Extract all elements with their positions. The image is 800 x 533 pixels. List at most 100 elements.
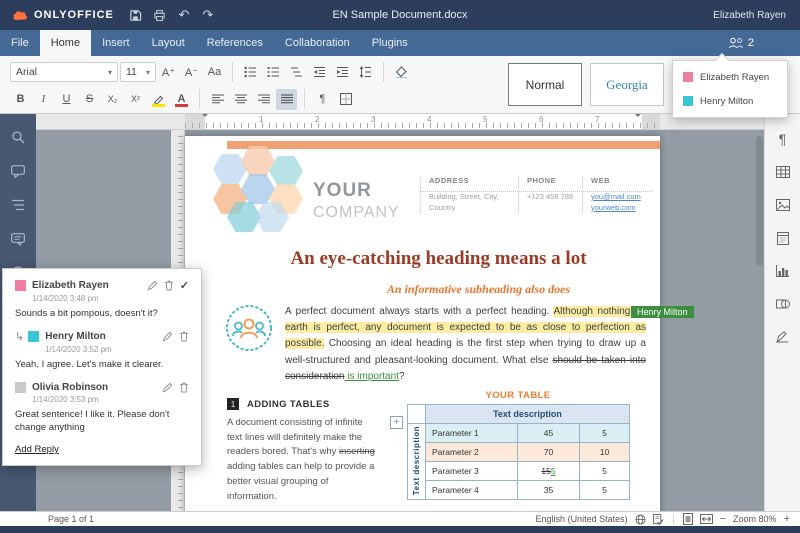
- table-cell[interactable]: 70: [518, 443, 580, 462]
- tab-layout[interactable]: Layout: [141, 30, 196, 56]
- table-move-handle[interactable]: +: [390, 416, 403, 429]
- horizontal-ruler[interactable]: 1 2 3 4 5 6 7: [36, 114, 764, 130]
- fit-page-button[interactable]: [683, 513, 693, 525]
- contact-info-block[interactable]: ADDRESS Building, Street, City, Country …: [420, 176, 652, 213]
- section-body-text[interactable]: A document consisting of infinite text l…: [227, 416, 379, 504]
- data-table[interactable]: Text description Text description Parame…: [407, 404, 630, 500]
- edit-comment-icon[interactable]: [162, 331, 173, 342]
- font-size-combo[interactable]: 11 ▾: [120, 62, 156, 82]
- align-center-button[interactable]: [230, 89, 251, 110]
- website-link[interactable]: yourweb.com: [591, 203, 644, 214]
- style-georgia[interactable]: Georgia: [590, 63, 664, 106]
- table-cell[interactable]: 5: [580, 424, 630, 443]
- zoom-level[interactable]: Zoom 80%: [733, 514, 777, 524]
- delete-comment-icon[interactable]: [179, 382, 189, 393]
- document-page[interactable]: YOUR COMPANY ADDRESS Building, Street, C…: [185, 136, 660, 511]
- italic-button[interactable]: I: [33, 89, 54, 110]
- bold-button[interactable]: B: [10, 89, 31, 110]
- multilevel-list-button[interactable]: [286, 62, 307, 83]
- tab-references[interactable]: References: [196, 30, 274, 56]
- style-normal[interactable]: Normal: [508, 63, 582, 106]
- zoom-in-button[interactable]: +: [784, 513, 790, 525]
- decrease-font-button[interactable]: A⁻: [181, 62, 202, 83]
- resolve-comment-icon[interactable]: ✓: [180, 279, 189, 292]
- scrollbar-thumb[interactable]: [756, 136, 763, 266]
- table-cell[interactable]: 45: [518, 424, 580, 443]
- table-cell[interactable]: 5: [580, 462, 630, 481]
- shape-settings-button[interactable]: [772, 293, 794, 315]
- table-corner-cell[interactable]: [408, 405, 426, 424]
- table-cell[interactable]: Parameter 4: [426, 481, 518, 500]
- header-footer-settings-button[interactable]: [772, 227, 794, 249]
- font-color-button[interactable]: A: [171, 89, 192, 110]
- strikeout-button[interactable]: S: [79, 89, 100, 110]
- table-cell[interactable]: 155: [518, 462, 580, 481]
- chat-panel-button[interactable]: [7, 228, 29, 250]
- paragraph-settings-button[interactable]: ¶: [772, 128, 794, 150]
- paragraph-shading-button[interactable]: [391, 62, 412, 83]
- redo-button[interactable]: ↷: [196, 4, 220, 26]
- search-button[interactable]: [7, 126, 29, 148]
- delete-comment-icon[interactable]: [179, 331, 189, 342]
- table-cell[interactable]: Parameter 1: [426, 424, 518, 443]
- add-reply-link[interactable]: Add Reply: [15, 444, 189, 455]
- increase-indent-button[interactable]: [332, 62, 353, 83]
- print-button[interactable]: [148, 4, 172, 26]
- document-subheading[interactable]: An informative subheading also does: [325, 282, 632, 297]
- indent-marker-left[interactable]: [201, 114, 209, 121]
- table-cell[interactable]: 35: [518, 481, 580, 500]
- table-settings-button[interactable]: [772, 161, 794, 183]
- table-cell[interactable]: 5: [580, 481, 630, 500]
- undo-button[interactable]: ↶: [172, 4, 196, 26]
- document-heading[interactable]: An eye-catching heading means a lot: [225, 248, 652, 270]
- save-button[interactable]: [124, 4, 148, 26]
- nonprinting-chars-button[interactable]: ¶: [312, 89, 333, 110]
- highlight-color-button[interactable]: [148, 89, 169, 110]
- company-name-line2[interactable]: COMPANY: [313, 204, 400, 222]
- table-cell[interactable]: 10: [580, 443, 630, 462]
- edit-comment-icon[interactable]: [162, 382, 173, 393]
- language-selector[interactable]: English (United States): [536, 514, 628, 524]
- vertical-scrollbar[interactable]: [756, 130, 763, 509]
- change-case-button[interactable]: Aa: [204, 62, 225, 83]
- spellcheck-button[interactable]: [653, 514, 664, 525]
- table-caption[interactable]: YOUR TABLE: [407, 390, 629, 401]
- align-right-button[interactable]: [253, 89, 274, 110]
- image-settings-button[interactable]: [772, 194, 794, 216]
- fit-width-button[interactable]: [700, 514, 713, 524]
- table-cell[interactable]: Parameter 3: [426, 462, 518, 481]
- tab-file[interactable]: File: [0, 30, 40, 56]
- tab-plugins[interactable]: Plugins: [361, 30, 419, 56]
- comments-panel-button[interactable]: [7, 160, 29, 182]
- intro-paragraph[interactable]: A perfect document always starts with a …: [285, 304, 646, 385]
- delete-comment-icon[interactable]: [164, 280, 174, 291]
- zoom-out-button[interactable]: −: [720, 513, 726, 525]
- edit-comment-icon[interactable]: [147, 280, 158, 291]
- email-link[interactable]: you@mail.com: [591, 192, 644, 203]
- numbered-list-button[interactable]: [263, 62, 284, 83]
- coedit-users-button[interactable]: 2: [728, 37, 754, 49]
- align-left-button[interactable]: [207, 89, 228, 110]
- navigation-panel-button[interactable]: [7, 194, 29, 216]
- underline-button[interactable]: U: [56, 89, 77, 110]
- signature-settings-button[interactable]: [772, 326, 794, 348]
- increase-font-button[interactable]: A⁺: [158, 62, 179, 83]
- align-justify-button[interactable]: [276, 89, 297, 110]
- superscript-button[interactable]: X²: [125, 89, 146, 110]
- tab-insert[interactable]: Insert: [91, 30, 141, 56]
- tab-home[interactable]: Home: [40, 30, 91, 56]
- table-cell[interactable]: Parameter 2: [426, 443, 518, 462]
- subscript-button[interactable]: X₂: [102, 89, 123, 110]
- set-language-button[interactable]: [635, 514, 646, 525]
- chart-settings-button[interactable]: [772, 260, 794, 282]
- indent-marker-right[interactable]: [634, 114, 642, 121]
- company-name-line1[interactable]: YOUR: [313, 180, 372, 202]
- line-spacing-button[interactable]: [355, 62, 376, 83]
- font-name-combo[interactable]: Arial ▾: [10, 62, 118, 82]
- borders-button[interactable]: [335, 89, 356, 110]
- table-side-label-cell[interactable]: Text description: [408, 424, 426, 500]
- decrease-indent-button[interactable]: [309, 62, 330, 83]
- section-heading[interactable]: 1 ADDING TABLES: [227, 398, 330, 410]
- tab-collaboration[interactable]: Collaboration: [274, 30, 361, 56]
- bullet-list-button[interactable]: [240, 62, 261, 83]
